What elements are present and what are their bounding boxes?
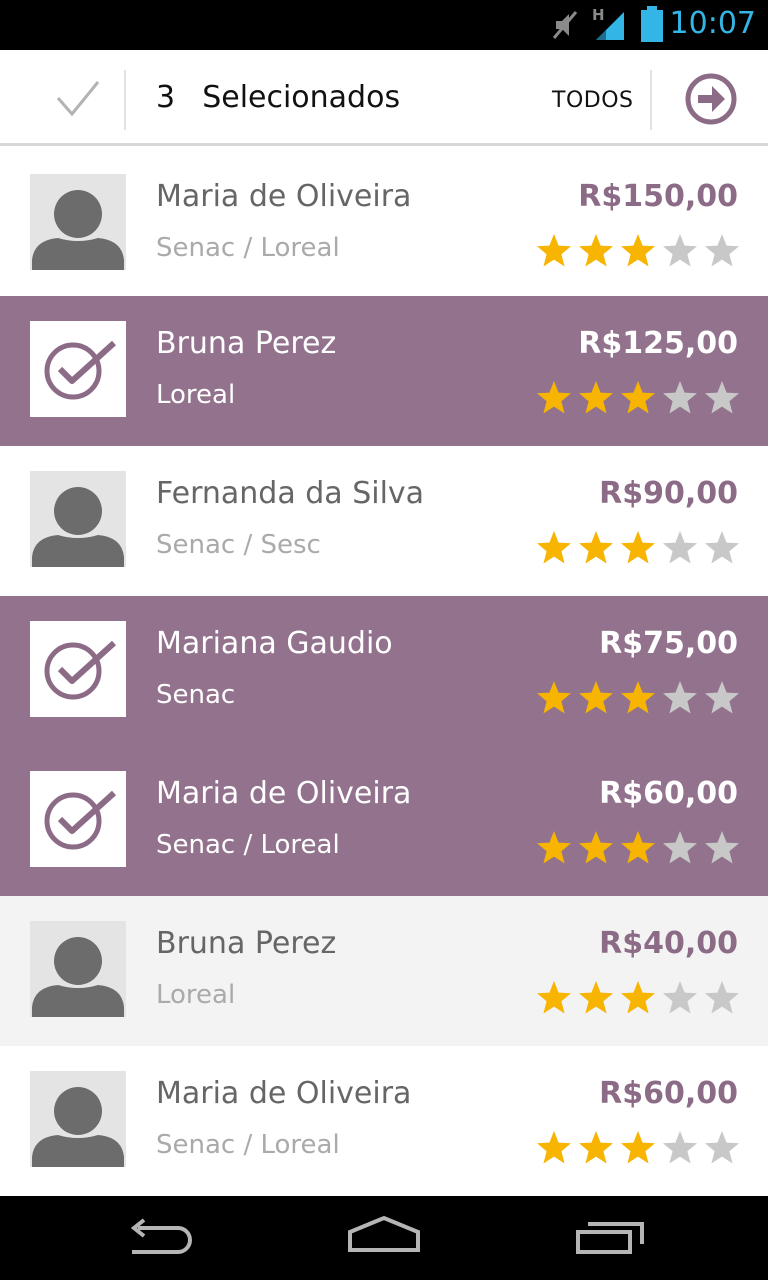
- item-price: R$150,00: [578, 179, 738, 214]
- list-item[interactable]: Bruna Perez Loreal R$40,00: [0, 896, 768, 1046]
- star-empty-icon: [662, 380, 698, 416]
- selection-label: Selecionados: [202, 80, 401, 115]
- star-filled-icon: [578, 680, 614, 716]
- star-filled-icon: [536, 980, 572, 1016]
- item-name: Bruna Perez: [156, 326, 337, 361]
- star-filled-icon: [536, 830, 572, 866]
- item-name: Fernanda da Silva: [156, 476, 425, 511]
- rating-stars: [536, 980, 740, 1016]
- item-organization: Senac / Loreal: [156, 830, 340, 860]
- star-empty-icon: [704, 1130, 740, 1166]
- avatar[interactable]: [30, 471, 126, 567]
- status-bar: H 10:07: [0, 0, 768, 50]
- list-item[interactable]: Mariana Gaudio Senac R$75,00: [0, 596, 768, 746]
- star-filled-icon: [536, 530, 572, 566]
- star-empty-icon: [704, 530, 740, 566]
- selected-check-icon[interactable]: [30, 621, 126, 717]
- mute-icon: [552, 11, 578, 39]
- rating-stars: [536, 530, 740, 566]
- star-filled-icon: [578, 530, 614, 566]
- rating-stars: [536, 680, 740, 716]
- star-filled-icon: [620, 980, 656, 1016]
- item-organization: Loreal: [156, 980, 236, 1010]
- list-item[interactable]: Maria de Oliveira Senac / Loreal R$150,00: [0, 149, 768, 296]
- header-divider-right: [650, 70, 652, 130]
- rating-stars: [536, 830, 740, 866]
- item-organization: Senac / Loreal: [156, 233, 340, 263]
- star-empty-icon: [704, 380, 740, 416]
- item-price: R$125,00: [578, 326, 738, 361]
- list-item[interactable]: Maria de Oliveira Senac / Loreal R$60,00: [0, 746, 768, 896]
- item-name: Mariana Gaudio: [156, 626, 393, 661]
- selected-check-icon[interactable]: [30, 771, 126, 867]
- rating-stars: [536, 233, 740, 269]
- item-organization: Senac / Loreal: [156, 1130, 340, 1160]
- clock-time: 10:07: [669, 6, 756, 41]
- star-filled-icon: [536, 233, 572, 269]
- star-filled-icon: [578, 830, 614, 866]
- item-price: R$75,00: [599, 626, 738, 661]
- item-price: R$90,00: [599, 476, 738, 511]
- selected-check-icon[interactable]: [30, 321, 126, 417]
- star-filled-icon: [536, 1130, 572, 1166]
- avatar[interactable]: [30, 1071, 126, 1167]
- star-empty-icon: [662, 680, 698, 716]
- home-icon[interactable]: [344, 1210, 424, 1266]
- item-organization: Senac: [156, 680, 236, 710]
- item-price: R$60,00: [599, 1076, 738, 1111]
- selection-action-bar: 3 Selecionados TODOS: [0, 50, 768, 146]
- battery-icon: [641, 6, 663, 42]
- item-price: R$40,00: [599, 926, 738, 961]
- arrow-right-circle-icon[interactable]: [684, 72, 738, 126]
- item-name: Maria de Oliveira: [156, 776, 412, 811]
- header-divider-left: [124, 70, 126, 130]
- star-empty-icon: [662, 830, 698, 866]
- select-all-button[interactable]: TODOS: [552, 88, 633, 113]
- selection-count-title: 3 Selecionados: [156, 80, 400, 115]
- star-empty-icon: [704, 233, 740, 269]
- avatar[interactable]: [30, 921, 126, 1017]
- list-item[interactable]: Maria de Oliveira Senac / Loreal R$60,00: [0, 1046, 768, 1196]
- star-filled-icon: [578, 1130, 614, 1166]
- star-filled-icon: [620, 680, 656, 716]
- navigation-bar: [0, 1196, 768, 1280]
- star-filled-icon: [620, 380, 656, 416]
- star-empty-icon: [704, 980, 740, 1016]
- star-empty-icon: [704, 680, 740, 716]
- star-filled-icon: [536, 380, 572, 416]
- star-filled-icon: [620, 1130, 656, 1166]
- signal-icon: [596, 12, 624, 40]
- star-empty-icon: [704, 830, 740, 866]
- selection-count: 3: [156, 80, 176, 115]
- avatar[interactable]: [30, 174, 126, 270]
- professional-list: Maria de Oliveira Senac / Loreal R$150,00 B…: [0, 149, 768, 1196]
- star-empty-icon: [662, 530, 698, 566]
- star-empty-icon: [662, 233, 698, 269]
- rating-stars: [536, 380, 740, 416]
- item-organization: Senac / Sesc: [156, 530, 321, 560]
- item-name: Maria de Oliveira: [156, 179, 412, 214]
- star-filled-icon: [620, 530, 656, 566]
- item-organization: Loreal: [156, 380, 236, 410]
- recent-apps-icon[interactable]: [572, 1210, 652, 1266]
- rating-stars: [536, 1130, 740, 1166]
- star-filled-icon: [536, 680, 572, 716]
- star-empty-icon: [662, 1130, 698, 1166]
- star-filled-icon: [578, 233, 614, 269]
- item-name: Maria de Oliveira: [156, 1076, 412, 1111]
- list-item[interactable]: Bruna Perez Loreal R$125,00: [0, 296, 768, 446]
- star-filled-icon: [620, 830, 656, 866]
- list-item[interactable]: Fernanda da Silva Senac / Sesc R$90,00: [0, 446, 768, 596]
- star-filled-icon: [578, 980, 614, 1016]
- item-name: Bruna Perez: [156, 926, 337, 961]
- check-icon[interactable]: [52, 74, 104, 122]
- star-empty-icon: [662, 980, 698, 1016]
- star-filled-icon: [578, 380, 614, 416]
- star-filled-icon: [620, 233, 656, 269]
- item-price: R$60,00: [599, 776, 738, 811]
- back-icon[interactable]: [120, 1210, 200, 1266]
